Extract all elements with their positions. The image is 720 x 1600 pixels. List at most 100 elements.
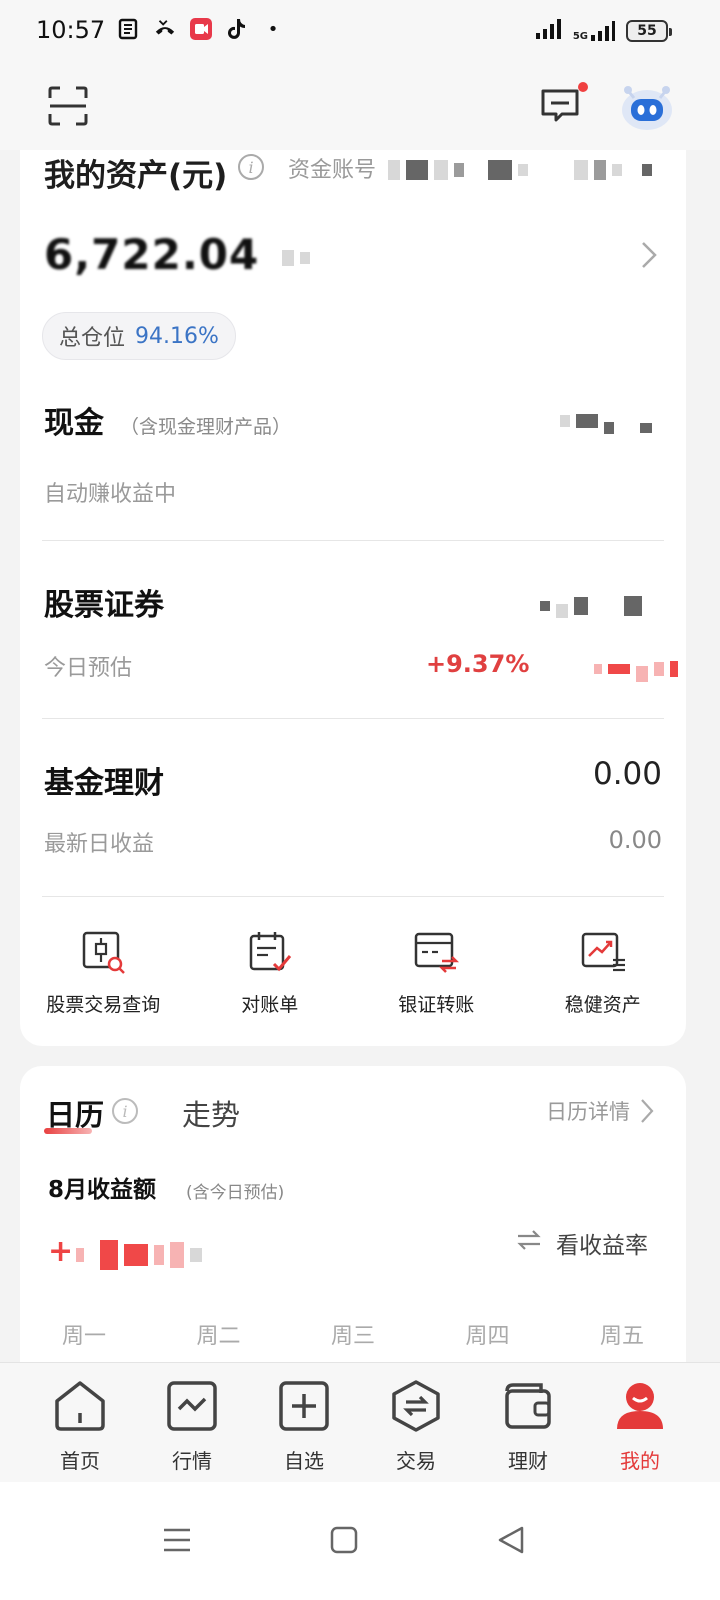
robot-assistant-icon[interactable] (620, 82, 674, 132)
chevron-right-icon (641, 1099, 654, 1123)
yield-toggle-button[interactable]: 看收益率 (516, 1226, 648, 1260)
stocks-title[interactable]: 股票证券 (44, 580, 164, 624)
position-value: 94.16% (135, 323, 219, 349)
tab-label: 交易 (396, 1449, 436, 1473)
back-icon[interactable] (494, 1522, 530, 1558)
funds-subtitle: 最新日收益 (44, 832, 155, 857)
stocks-profit-masked (594, 656, 678, 682)
tab-trade[interactable]: 交易 (360, 1363, 472, 1482)
message-icon[interactable] (540, 88, 580, 124)
stocks-subtitle: 今日预估 (44, 656, 133, 681)
cash-subtitle: 自动赚收益中 (44, 482, 177, 507)
account-number-masked (388, 160, 652, 180)
weekday-label: 周四 (465, 1324, 510, 1349)
watchlist-icon (279, 1381, 329, 1431)
bank-transfer-icon (415, 932, 460, 973)
status-notification-icons: • (118, 18, 284, 40)
statement-icon (249, 932, 291, 972)
stocks-change-pct: +9.37% (426, 650, 530, 678)
month-income-masked (76, 1240, 202, 1270)
assets-title: 我的资产(元) (44, 158, 228, 194)
shortcut-stock-query[interactable]: 股票交易查询 (20, 930, 187, 1030)
tab-label: 我的 (620, 1449, 660, 1473)
weekday-label: 周二 (196, 1324, 241, 1349)
divider (42, 896, 664, 897)
total-position-badge: 总仓位 94.16% (42, 312, 236, 360)
tiktok-icon (226, 18, 248, 40)
shortcut-row: 股票交易查询 对账单 银证转账 稳健资产 (20, 930, 686, 1030)
shortcut-statement[interactable]: 对账单 (187, 930, 354, 1030)
account-label: 资金账号 (288, 158, 377, 183)
tab-wealth[interactable]: 理财 (472, 1363, 584, 1482)
weekday-label: 周五 (599, 1324, 644, 1349)
network-type: 5G (572, 31, 588, 42)
shortcut-label: 稳健资产 (564, 994, 641, 1016)
month-income-note: (含今日预估) (186, 1183, 285, 1203)
tab-label: 首页 (60, 1449, 100, 1473)
yield-toggle-label: 看收益率 (556, 1233, 648, 1259)
trade-icon (392, 1380, 440, 1432)
swap-icon (516, 1229, 542, 1257)
tab-label: 理财 (508, 1449, 548, 1473)
tab-market[interactable]: 行情 (136, 1363, 248, 1482)
funds-daily-value: 0.00 (608, 826, 662, 854)
calendar-card: 日历 i 走势 日历详情 8月收益额 (含今日预估) + 看收益率 周一 周二 … (20, 1066, 686, 1366)
funds-title[interactable]: 基金理财 (44, 758, 164, 802)
shortcut-label: 股票交易查询 (46, 994, 161, 1016)
tab-trend[interactable]: 走势 (182, 1092, 240, 1134)
battery-indicator: 55 (626, 20, 672, 42)
total-assets-value[interactable]: 6,722.04 (44, 230, 259, 279)
month-income-title: 8月收益额 (48, 1177, 157, 1203)
status-right-icons: 5G 55 (535, 18, 672, 44)
status-bar: 10:57 • 5G 55 (0, 0, 720, 64)
status-time: 10:57 (36, 16, 106, 44)
shortcut-bank-transfer[interactable]: 银证转账 (353, 930, 520, 1030)
notification-dot: • (267, 18, 279, 40)
wealth-icon (505, 1383, 551, 1429)
stock-query-icon (83, 931, 126, 974)
info-icon[interactable]: i (112, 1098, 138, 1124)
cash-value-masked (560, 408, 652, 434)
menu-icon[interactable] (160, 1522, 196, 1558)
missed-call-icon (154, 18, 176, 40)
tab-watchlist[interactable]: 自选 (248, 1363, 360, 1482)
signal-icon (535, 18, 563, 44)
calendar-detail-label: 日历详情 (546, 1100, 630, 1124)
shortcut-label: 对账单 (241, 994, 299, 1016)
signal-5g-icon: 5G (573, 20, 616, 42)
news-icon (118, 18, 140, 40)
profile-icon (617, 1383, 663, 1429)
tab-label: 自选 (284, 1449, 324, 1473)
market-icon (167, 1381, 217, 1431)
shortcut-label: 银证转账 (398, 994, 475, 1016)
calendar-detail-link[interactable]: 日历详情 (546, 1096, 654, 1126)
info-icon[interactable]: i (238, 154, 264, 180)
divider (42, 540, 664, 541)
position-label: 总仓位 (59, 326, 126, 351)
unread-badge (578, 82, 588, 92)
month-income-prefix: + (48, 1234, 74, 1269)
chevron-right-icon[interactable] (640, 240, 658, 278)
total-decimals-masked (282, 250, 310, 266)
home-icon (55, 1381, 105, 1431)
weekday-label: 周一 (62, 1324, 107, 1349)
weekday-label: 周三 (330, 1324, 375, 1349)
cash-note: （含现金理财产品） (120, 416, 292, 438)
top-header (0, 64, 720, 150)
tab-active-indicator (44, 1128, 92, 1134)
divider (42, 718, 664, 719)
scan-icon[interactable] (48, 86, 88, 126)
tab-label: 行情 (172, 1449, 212, 1473)
tab-home[interactable]: 首页 (24, 1363, 136, 1482)
stocks-value-masked (540, 594, 642, 618)
system-nav-bar (0, 1482, 720, 1600)
cash-title[interactable]: 现金 (44, 398, 104, 442)
assets-card: 我的资产(元) i 资金账号 6,722.04 总仓位 94.16% 现金 （含… (20, 150, 686, 1046)
shortcut-stable-asset[interactable]: 稳健资产 (520, 930, 687, 1030)
tab-profile[interactable]: 我的 (584, 1363, 696, 1482)
home-square-icon[interactable] (326, 1522, 362, 1558)
bottom-tab-bar: 首页 行情 自选 交易 理财 我的 (0, 1362, 720, 1482)
funds-value: 0.00 (592, 756, 662, 792)
stable-asset-icon (581, 932, 625, 972)
video-app-icon (190, 18, 212, 40)
